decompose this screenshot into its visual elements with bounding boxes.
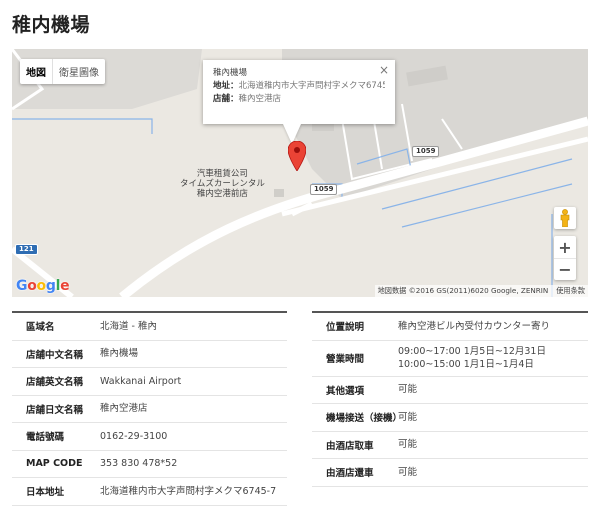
logo-letter: G — [16, 278, 28, 294]
zoom-control: + − — [554, 236, 576, 280]
row-value: 稚內空港店 — [100, 403, 148, 415]
table-row: 店舖英文名稱 Wakkanai Airport — [12, 368, 287, 396]
row-key: 區域名 — [26, 322, 55, 334]
row-key: 其他選項 — [326, 385, 365, 397]
logo-letter: g — [45, 278, 56, 294]
row-value: 可能 — [398, 439, 418, 451]
row-value: 稚內機場 — [100, 348, 139, 360]
info-window-address: 地址：北海道稚内市大字声問村字メクマ6745-7 — [213, 80, 385, 93]
table-row: 店舖中文名稱 稚內機場 — [12, 341, 287, 368]
table-row: 位置說明 稚內空港ビル內受付カウンター寄り — [312, 313, 588, 341]
info-window-store: 店舗：稚內空港店 — [213, 93, 385, 106]
row-value: 0162-29-3100 — [100, 430, 168, 442]
logo-letter: o — [27, 278, 37, 294]
row-key: 店舖中文名稱 — [26, 349, 84, 361]
map-marker-icon[interactable] — [288, 141, 306, 171]
info-window-title: 稚內機場 — [213, 68, 248, 78]
row-value: Wakkanai Airport — [100, 375, 182, 387]
row-key: 店舖日文名稱 — [26, 404, 84, 416]
store-detail-table: 位置說明 稚內空港ビル內受付カウンター寄り 營業時間 09:00~17:00 1月5… — [312, 311, 588, 487]
table-row: 店舖日文名稱 稚內空港店 — [12, 396, 287, 423]
attribution-data: 地図数据 ©2016 GS(2011)6020 Google, ZENRIN — [377, 286, 549, 295]
row-key: 日本地址 — [26, 487, 65, 499]
zoom-in-button[interactable]: + — [554, 236, 576, 258]
zoom-out-button[interactable]: − — [554, 258, 576, 280]
terms-link[interactable]: 使用条款 — [556, 286, 585, 295]
row-value: 北海道稚内市大字声問村字メクマ6745-7 — [100, 485, 277, 497]
table-row: 其他選項 可能 — [312, 377, 588, 404]
map-type-control: 地図 衛星圖像 — [20, 59, 105, 84]
poi-label-line2: タイムズカーレンタル — [180, 179, 265, 189]
page-title: 稚内機場 — [12, 14, 91, 36]
logo-letter: e — [60, 278, 70, 294]
row-value: 353 830 478*52 — [100, 458, 178, 470]
hours-line-1: 09:00~17:00 1月5日~12月31日 — [398, 346, 546, 357]
row-key: MAP CODE — [26, 458, 83, 470]
logo-letter: o — [36, 278, 47, 294]
table-row: MAP CODE 353 830 478*52 — [12, 451, 287, 478]
table-row: 日本地址 北海道稚内市大字声問村字メクマ6745-7 — [12, 478, 287, 506]
map-type-map-button[interactable]: 地図 — [20, 59, 52, 84]
row-key: 店舖英文名稱 — [26, 377, 84, 389]
pegman-icon[interactable] — [554, 207, 576, 229]
map-type-satellite-button[interactable]: 衛星圖像 — [52, 59, 105, 84]
poi-label-line3: 稚内空港前店 — [196, 189, 248, 199]
table-row: 機場接送（接機） 可能 — [312, 404, 588, 432]
row-value: 可能 — [398, 384, 418, 396]
info-window: 稚內機場 地址：北海道稚内市大字声問村字メクマ6745-7 店舗：稚內空港店 × — [203, 60, 395, 124]
road-shield-1059: 1059 — [310, 184, 338, 195]
poi-label-line1: 汽車租賃公司 — [196, 169, 248, 179]
row-key: 電話號碼 — [26, 432, 65, 444]
table-row: 營業時間 09:00~17:00 1月5日~12月31日 10:00~15:00 1… — [312, 341, 588, 377]
street-view-icon — [560, 209, 570, 227]
map-view[interactable]: 地図 衛星圖像 稚內機場 地址：北海道稚内市大字声問村字メクマ6745-7 店舗… — [12, 49, 588, 297]
row-value: 可能 — [398, 466, 418, 478]
map-attribution: 地図数据 ©2016 GS(2011)6020 Google, ZENRIN 使用… — [374, 285, 588, 297]
google-logo: Google — [16, 278, 70, 294]
table-row: 電話號碼 0162-29-3100 — [12, 423, 287, 451]
info-window-address-label: 地址： — [213, 81, 239, 91]
row-key: 由酒店取車 — [326, 440, 374, 452]
row-key: 營業時間 — [326, 354, 365, 365]
row-key: 由酒店還車 — [326, 468, 374, 480]
store-info-table: 區域名 北海道 - 稚內 店舖中文名稱 稚內機場 店舖英文名稱 Wakkanai Ai… — [12, 311, 287, 506]
table-row: 由酒店取車 可能 — [312, 432, 588, 459]
row-value: 可能 — [398, 411, 418, 423]
row-value: 稚內空港ビル內受付カウンター寄り — [398, 320, 551, 332]
row-value: 北海道 - 稚內 — [100, 320, 157, 332]
info-window-store-label: 店舗： — [213, 94, 239, 104]
poi-label: 汽車租賃公司 タイムズカーレンタル 稚内空港前店 — [180, 169, 265, 199]
row-value: 09:00~17:00 1月5日~12月31日 10:00~15:00 1月1日~… — [398, 341, 588, 375]
road-shield-1059: 1059 — [412, 146, 440, 157]
info-window-store-value: 稚內空港店 — [238, 94, 282, 104]
close-icon[interactable]: × — [379, 64, 389, 77]
info-window-address-value: 北海道稚内市大字声問村字メクマ6745-7 — [238, 81, 385, 91]
road-shield-121: 121 — [15, 244, 38, 255]
table-row: 由酒店還車 可能 — [312, 459, 588, 487]
table-row: 區域名 北海道 - 稚內 — [12, 313, 287, 341]
row-key: 機場接送（接機） — [326, 413, 403, 425]
hours-line-2: 10:00~15:00 1月1日~1月4日 — [398, 359, 534, 370]
row-key: 位置說明 — [326, 322, 365, 334]
